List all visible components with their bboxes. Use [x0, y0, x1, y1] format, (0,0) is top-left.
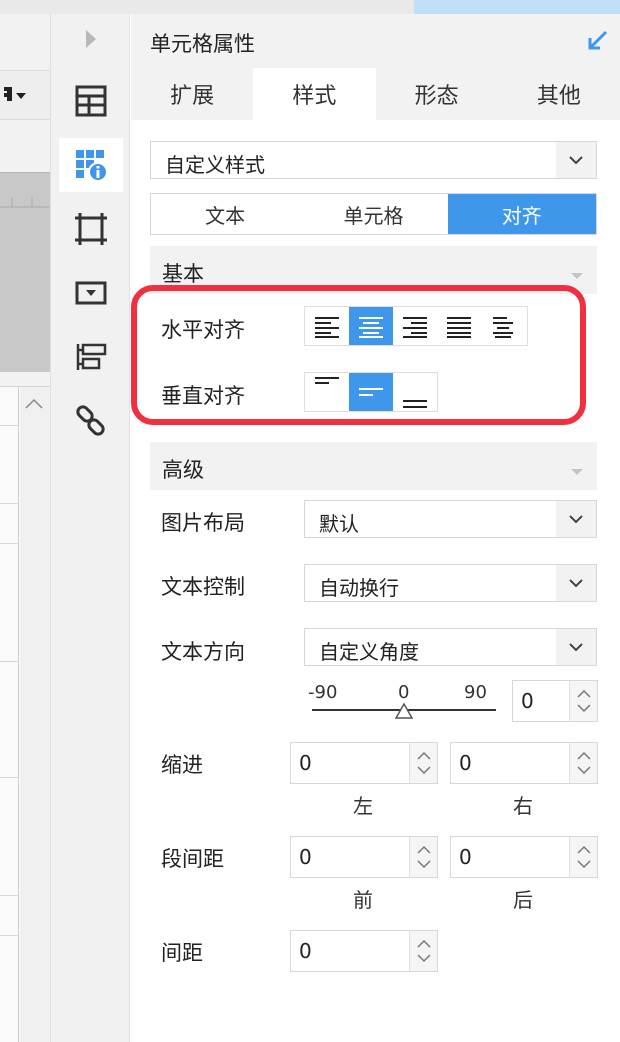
stepper-icon[interactable]	[569, 743, 597, 783]
caret-down-icon	[569, 462, 585, 481]
paragraph-after-caption: 后	[513, 888, 533, 912]
chevron-down-icon	[556, 565, 596, 601]
link-icon	[76, 405, 105, 436]
dropdown-widget-icon	[75, 281, 107, 305]
angle-tick-zero: 0	[398, 682, 410, 703]
collapse-icon[interactable]	[586, 28, 610, 56]
subtab-text[interactable]: 文本	[151, 194, 299, 234]
top-strip	[0, 0, 620, 14]
angle-input[interactable]: 0	[512, 680, 598, 722]
rail-cell-props-button[interactable]	[59, 138, 123, 192]
indent-label: 缩进	[161, 753, 203, 777]
indent-right-input[interactable]: 0	[450, 742, 598, 784]
cell-info-icon	[76, 150, 108, 182]
tab-other[interactable]: 其他	[498, 68, 620, 120]
table-icon	[75, 85, 107, 117]
angle-tick-max: 90	[464, 682, 487, 703]
panel-title: 单元格属性	[150, 32, 255, 56]
rail-border-button[interactable]	[59, 202, 123, 256]
paragraph-before-input[interactable]: 0	[290, 836, 438, 878]
chevron-down-icon	[556, 142, 596, 178]
indent-right-value: 0	[459, 751, 472, 775]
spacing-label: 间距	[161, 941, 203, 965]
spacing-input[interactable]: 0	[290, 930, 438, 972]
rail-layout-button[interactable]	[59, 330, 123, 384]
rail-table-button[interactable]	[59, 74, 123, 128]
stepper-icon[interactable]	[409, 837, 437, 877]
subtab-align[interactable]: 对齐	[447, 194, 596, 234]
style-select-value: 自定义样式	[165, 153, 265, 177]
indent-right-caption: 右	[513, 794, 533, 818]
panel-tabs: 扩展 样式 形态 其他	[131, 68, 620, 120]
stepper-icon[interactable]	[569, 837, 597, 877]
text-direction-label: 文本方向	[161, 640, 245, 664]
icon-rail	[50, 14, 130, 1042]
layout-icon	[76, 343, 107, 370]
image-layout-select[interactable]: 默认	[304, 500, 597, 538]
caret-down-icon	[569, 266, 585, 285]
basic-section-title: 基本	[162, 262, 204, 286]
paragraph-after-input[interactable]: 0	[450, 836, 598, 878]
text-control-label: 文本控制	[161, 575, 245, 599]
tab-expand[interactable]: 扩展	[131, 68, 253, 120]
stepper-icon[interactable]	[409, 743, 437, 783]
angle-tick-min: -90	[308, 682, 338, 703]
tab-shape[interactable]: 形态	[376, 68, 498, 120]
advanced-section-title: 高级	[162, 458, 204, 482]
paragraph-before-caption: 前	[353, 888, 373, 912]
stepper-icon[interactable]	[569, 681, 597, 721]
style-select[interactable]: 自定义样式	[150, 141, 597, 179]
canvas-toolbar	[0, 70, 50, 120]
canvas-scrollbar[interactable]	[20, 387, 50, 1042]
text-direction-value: 自定义角度	[319, 640, 419, 664]
paragraph-before-value: 0	[299, 845, 312, 869]
chevron-down-icon	[556, 501, 596, 537]
text-control-value: 自动换行	[319, 576, 399, 600]
indent-left-value: 0	[299, 751, 312, 775]
indent-left-input[interactable]: 0	[290, 742, 438, 784]
rail-widget-button[interactable]	[59, 266, 123, 320]
stepper-icon[interactable]	[409, 931, 437, 971]
expand-arrow-icon[interactable]	[84, 28, 98, 54]
text-control-select[interactable]: 自动换行	[304, 564, 597, 602]
paragraph-after-value: 0	[459, 845, 472, 869]
format-dropdown-icon[interactable]	[4, 85, 28, 105]
image-layout-label: 图片布局	[161, 511, 245, 535]
spacing-value: 0	[299, 939, 312, 963]
image-layout-value: 默认	[319, 512, 359, 536]
crop-frame-icon	[75, 213, 107, 245]
angle-value: 0	[521, 689, 534, 713]
highlight-outline	[131, 285, 586, 425]
tab-style[interactable]: 样式	[253, 68, 376, 120]
indent-left-caption: 左	[353, 794, 373, 818]
paragraph-spacing-label: 段间距	[161, 847, 224, 871]
text-direction-select[interactable]: 自定义角度	[304, 628, 597, 666]
chevron-down-icon	[556, 629, 596, 665]
style-subtabs: 文本 单元格 对齐	[150, 193, 597, 235]
rail-link-button[interactable]	[59, 394, 123, 448]
subtab-cell[interactable]: 单元格	[299, 194, 447, 234]
scroll-up-icon[interactable]	[24, 397, 44, 411]
canvas-grid[interactable]	[0, 386, 50, 1042]
canvas-ruler	[0, 172, 50, 372]
advanced-section-header[interactable]: 高级	[150, 442, 597, 490]
angle-slider[interactable]	[310, 702, 500, 726]
